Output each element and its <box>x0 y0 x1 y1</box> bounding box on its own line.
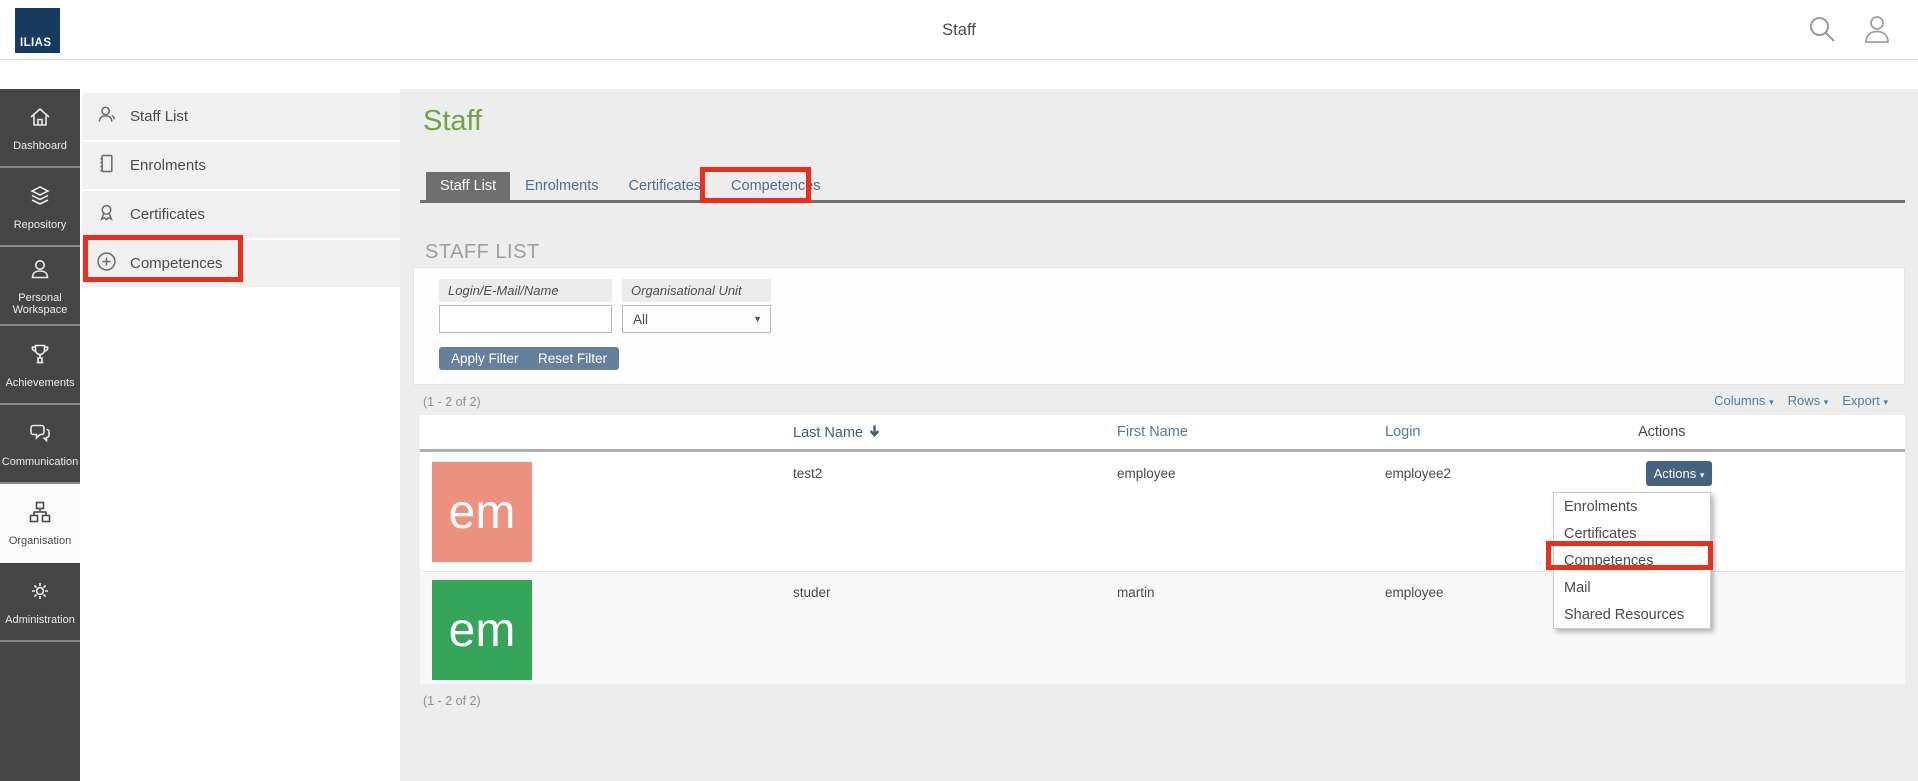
main-content: Staff Staff List Enrolments Certificates… <box>400 89 1918 781</box>
avatar: em <box>432 462 532 562</box>
sidebar-item-label: Communication <box>0 456 80 468</box>
slate-item-certificates[interactable]: Certificates <box>82 191 400 238</box>
pagination-bottom: (1 - 2 of 2) <box>423 694 481 708</box>
chevron-down-icon: ▾ <box>1883 397 1888 407</box>
search-icon[interactable] <box>1806 13 1838 45</box>
repository-icon <box>27 183 53 214</box>
sort-descending-icon <box>868 424 881 442</box>
sidebar-item-organisation[interactable]: Organisation <box>0 484 80 563</box>
chevron-down-icon: ▾ <box>1824 397 1829 407</box>
slate-item-label: Competences <box>130 255 223 272</box>
tools-slate-panel: Staff List Enrolments Certificates <box>82 89 400 781</box>
avatar: em <box>432 580 532 680</box>
tab-bar: Staff List Enrolments Certificates Compe… <box>426 172 836 200</box>
menu-item-certificates[interactable]: Certificates <box>1554 520 1710 547</box>
actions-button[interactable]: Actions ▾ <box>1646 461 1712 486</box>
column-header-login[interactable]: Login <box>1385 424 1420 440</box>
tab-underline <box>420 200 1905 203</box>
sidebar-item-dashboard[interactable]: Dashboard <box>0 89 80 168</box>
table-header-row: Last Name First Name Login Actions <box>420 415 1905 452</box>
login-email-name-input[interactable] <box>439 305 612 333</box>
cell-last-name: studer <box>793 585 831 600</box>
sidebar-item-label: Organisation <box>7 535 73 547</box>
columns-dropdown[interactable]: Columns ▾ <box>1714 393 1773 408</box>
tab-certificates[interactable]: Certificates <box>614 172 717 200</box>
sidebar-item-administration[interactable]: Administration <box>0 563 80 642</box>
achievements-icon <box>27 341 53 372</box>
org-unit-selected-value: All <box>633 312 648 327</box>
certificates-icon <box>82 201 118 229</box>
dashboard-icon <box>27 104 53 135</box>
pagination-top: (1 - 2 of 2) <box>423 395 481 409</box>
column-header-first-name[interactable]: First Name <box>1117 424 1188 440</box>
sidebar-item-communication[interactable]: Communication <box>0 405 80 484</box>
ilias-staff-screen: ILIAS Staff <box>0 0 1918 781</box>
page-context-title: Staff <box>0 21 1918 40</box>
top-header-bar: ILIAS Staff <box>0 0 1918 60</box>
filter-label-login: Login/E-Mail/Name <box>439 279 612 302</box>
reset-filter-button[interactable]: Reset Filter <box>526 347 619 370</box>
slate-item-label: Enrolments <box>130 157 206 174</box>
column-header-actions: Actions <box>1638 424 1686 440</box>
menu-item-enrolments[interactable]: Enrolments <box>1554 493 1710 520</box>
slate-item-staff-list[interactable]: Staff List <box>82 93 400 140</box>
sidebar-item-label: Repository <box>12 219 69 231</box>
sidebar-item-label: Administration <box>3 614 77 626</box>
page-title: Staff <box>423 105 482 138</box>
cell-first-name: employee <box>1117 466 1176 481</box>
slate-item-label: Certificates <box>130 206 205 223</box>
menu-item-competences[interactable]: Competences <box>1554 547 1710 574</box>
mainbar-sidebar: Dashboard Repository Personal Workspace <box>0 89 80 781</box>
filter-panel: Login/E-Mail/Name Organisational Unit Al… <box>413 267 1905 385</box>
competences-plus-circle-icon <box>82 250 118 278</box>
cell-login: employee2 <box>1385 466 1451 481</box>
rows-dropdown[interactable]: Rows ▾ <box>1788 393 1829 408</box>
sidebar-item-achievements[interactable]: Achievements <box>0 326 80 405</box>
column-header-last-name[interactable]: Last Name <box>793 424 881 442</box>
table-view-controls: Columns ▾ Rows ▾ Export ▾ <box>1714 393 1888 408</box>
sidebar-item-label: Achievements <box>3 377 76 389</box>
chevron-down-icon: ▾ <box>1769 397 1774 407</box>
apply-filter-button[interactable]: Apply Filter <box>439 347 531 370</box>
administration-gear-icon <box>27 578 53 609</box>
org-unit-select[interactable]: All ▼ <box>622 305 771 333</box>
slate-item-label: Staff List <box>130 108 188 125</box>
menu-item-shared-resources[interactable]: Shared Resources <box>1554 601 1710 628</box>
cell-first-name: martin <box>1117 585 1155 600</box>
cell-login: employee <box>1385 585 1444 600</box>
filter-label-org-unit: Organisational Unit <box>622 279 771 302</box>
menu-item-mail[interactable]: Mail <box>1554 574 1710 601</box>
tab-competences[interactable]: Competences <box>716 172 835 200</box>
select-caret-icon: ▼ <box>753 314 762 324</box>
personal-workspace-icon <box>27 256 53 287</box>
tab-enrolments[interactable]: Enrolments <box>510 172 613 200</box>
section-title: STAFF LIST <box>425 241 540 264</box>
enrolments-icon <box>82 152 118 180</box>
sidebar-item-repository[interactable]: Repository <box>0 168 80 247</box>
sidebar-item-label: Personal Workspace <box>0 292 80 316</box>
actions-dropdown-menu: Enrolments Certificates Competences Mail… <box>1553 492 1711 629</box>
tab-staff-list[interactable]: Staff List <box>426 172 510 200</box>
export-dropdown[interactable]: Export ▾ <box>1842 393 1888 408</box>
slate-item-competences[interactable]: Competences <box>82 240 400 287</box>
sidebar-item-label: Dashboard <box>11 140 69 152</box>
staff-list-icon <box>82 103 118 131</box>
chevron-down-icon: ▾ <box>1700 470 1705 480</box>
user-menu-icon[interactable] <box>1860 13 1894 45</box>
slate-item-enrolments[interactable]: Enrolments <box>82 142 400 189</box>
sidebar-item-personal-workspace[interactable]: Personal Workspace <box>0 247 80 326</box>
organisation-icon <box>27 499 53 530</box>
cell-last-name: test2 <box>793 466 822 481</box>
communication-icon <box>27 420 53 451</box>
